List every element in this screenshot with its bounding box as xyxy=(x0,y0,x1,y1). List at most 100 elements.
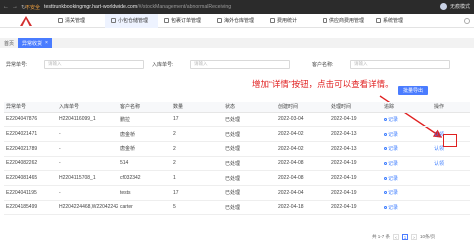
table-header: 异常单号 入库单号 客户名称 数量 状态 创建时间 处理时间 追踪 操作 xyxy=(4,102,470,113)
page-size-select[interactable]: 10条/页 xyxy=(420,234,435,240)
menu-label: 清关管理 xyxy=(65,18,86,24)
cell-handled: 2022-04-13 xyxy=(329,126,382,142)
menu-customs[interactable]: 清关管理 xyxy=(52,14,105,28)
url-host: testtrunkbookingmgr.hart-worldwide.com xyxy=(44,4,138,10)
filter-inbound-no: 入库单号: 请输入 xyxy=(152,59,290,69)
browser-nav: ← → ↻ xyxy=(3,4,26,11)
next-page-button[interactable]: › xyxy=(411,234,418,240)
record-link[interactable]: 记录 xyxy=(384,116,398,123)
menu-icon xyxy=(323,18,327,23)
cell-status: 已处理 xyxy=(223,170,276,186)
cell-actions xyxy=(432,112,470,128)
user-icon[interactable] xyxy=(464,18,470,24)
cell-customer: 唐金桥 xyxy=(118,126,171,142)
address-bar[interactable]: testtrunkbookingmgr.hart-worldwide.com/#… xyxy=(44,4,231,10)
cell-abnormal-no: E2204021789 xyxy=(4,141,57,157)
col-track: 追踪 xyxy=(382,102,432,113)
tab-home[interactable]: 首页 xyxy=(0,38,18,48)
menu-icon xyxy=(58,18,63,23)
url-path: /#/stockManagement/abnormalReceiving xyxy=(137,4,232,10)
security-label[interactable]: 不安全 xyxy=(25,4,40,11)
col-handled[interactable]: 处理时间 xyxy=(329,102,382,113)
cell-inbound-no: - xyxy=(57,156,118,172)
menu-icon xyxy=(111,18,116,23)
record-icon xyxy=(384,147,387,151)
cell-inbound-no: H2204224468,W2204224201 xyxy=(57,200,118,216)
menu-label: 包裹订单管理 xyxy=(171,18,202,24)
export-button[interactable]: 批量导出 xyxy=(398,86,428,95)
menu-cost-stats[interactable]: 费用统计 xyxy=(264,14,317,28)
col-created[interactable]: 创建时间 xyxy=(276,102,329,113)
record-link[interactable]: 记录 xyxy=(384,175,398,182)
col-qty[interactable]: 数量 xyxy=(171,102,223,113)
page-1-button[interactable]: 1 xyxy=(402,234,409,240)
filter-label: 异常单号: xyxy=(6,61,28,68)
inbound-no-input[interactable]: 请输入 xyxy=(190,59,290,69)
cell-handled: 2022-04-19 xyxy=(329,200,382,216)
cell-qty: 2 xyxy=(171,156,223,172)
cell-qty: 2 xyxy=(171,141,223,157)
pagination: 共 1-7 条 ‹ 1 › 10条/页 xyxy=(372,234,435,240)
col-abnormal-no[interactable]: 异常单号 xyxy=(4,102,57,113)
record-label: 记录 xyxy=(388,160,399,167)
table-row: E2204021789 - 唐金桥 2 已处理 2022-04-02 2022-… xyxy=(4,141,470,157)
claim-link[interactable]: 认领 xyxy=(434,160,444,167)
tab-abnormal-receiving[interactable]: 异常收货 × xyxy=(18,38,52,48)
record-link[interactable]: 记录 xyxy=(384,131,398,138)
cell-abnormal-no: E2204185499 xyxy=(4,200,57,216)
app-top-nav: 清关管理 小包仓储管理 包裹订单管理 海外仓库管理 费用统计 供应商费用管理 系… xyxy=(0,13,474,28)
app-logo[interactable] xyxy=(0,14,52,28)
filter-bar: 异常单号: 请输入 入库单号: 请输入 客户名称: 请输入 xyxy=(6,58,468,70)
cell-status: 已处理 xyxy=(223,126,276,142)
col-inbound-no[interactable]: 入库单号 xyxy=(57,102,118,113)
forward-icon[interactable]: → xyxy=(12,4,18,11)
menu-parcel-orders[interactable]: 包裹订单管理 xyxy=(158,14,211,28)
record-icon xyxy=(384,176,387,180)
cell-track: 记录 xyxy=(382,126,432,142)
record-icon xyxy=(384,117,387,121)
record-icon xyxy=(384,205,387,209)
menu-label: 供应商费用管理 xyxy=(328,18,364,24)
cell-status: 已处理 xyxy=(223,112,276,128)
menu-supplier-cost[interactable]: 供应商费用管理 xyxy=(317,14,370,28)
cell-abnormal-no: E2204021471 xyxy=(4,126,57,142)
abnormal-no-input[interactable]: 请输入 xyxy=(44,59,144,69)
record-label: 记录 xyxy=(388,131,399,138)
cell-inbound-no: - xyxy=(57,185,118,201)
table-row: E2204081465 H2204115708_1 cf032342 1 已处理… xyxy=(4,170,470,186)
record-link[interactable]: 记录 xyxy=(384,189,398,196)
cell-created: 2022-04-08 xyxy=(276,156,329,172)
cell-abnormal-no: E2204047876 xyxy=(4,112,57,128)
cell-handled: 2022-04-19 xyxy=(329,185,382,201)
menu-system[interactable]: 系统管理 xyxy=(370,14,423,28)
menu-parcel-warehouse[interactable]: 小包仓储管理 xyxy=(105,13,158,28)
customer-input[interactable]: 请输入 xyxy=(350,59,450,69)
total-count: 共 1-7 条 xyxy=(372,234,391,239)
cell-track: 记录 xyxy=(382,185,432,201)
filter-customer: 客户名称: 请输入 xyxy=(312,59,450,69)
cell-track: 记录 xyxy=(382,112,432,128)
menu-label: 费用统计 xyxy=(277,18,298,24)
record-label: 记录 xyxy=(388,116,399,123)
menu-overseas-warehouse[interactable]: 海外仓库管理 xyxy=(211,14,264,28)
col-status[interactable]: 状态 xyxy=(223,102,276,113)
record-label: 记录 xyxy=(388,204,399,211)
col-customer[interactable]: 客户名称 xyxy=(118,102,171,113)
back-icon[interactable]: ← xyxy=(3,4,9,11)
top-right-icons xyxy=(464,18,470,24)
prev-page-button[interactable]: ‹ xyxy=(393,234,400,240)
cell-handled: 2022-04-19 xyxy=(329,170,382,186)
cell-inbound-no: - xyxy=(57,141,118,157)
record-link[interactable]: 记录 xyxy=(384,145,398,152)
record-icon xyxy=(384,161,387,165)
cell-customer: 514 xyxy=(118,156,171,172)
close-icon[interactable]: × xyxy=(45,40,48,46)
profile-button[interactable]: 无痕模式 xyxy=(439,3,470,10)
record-link[interactable]: 记录 xyxy=(384,204,398,211)
filter-abnormal-no: 异常单号: 请输入 xyxy=(6,59,144,69)
menu-label: 海外仓库管理 xyxy=(224,18,255,24)
main-menu: 清关管理 小包仓储管理 包裹订单管理 海外仓库管理 费用统计 供应商费用管理 系… xyxy=(52,13,423,28)
record-link[interactable]: 记录 xyxy=(384,160,398,167)
filter-label: 入库单号: xyxy=(152,61,174,68)
table-row: E2204047876 H2204116099_1 鹏拉 17 已处理 2022… xyxy=(4,112,470,128)
